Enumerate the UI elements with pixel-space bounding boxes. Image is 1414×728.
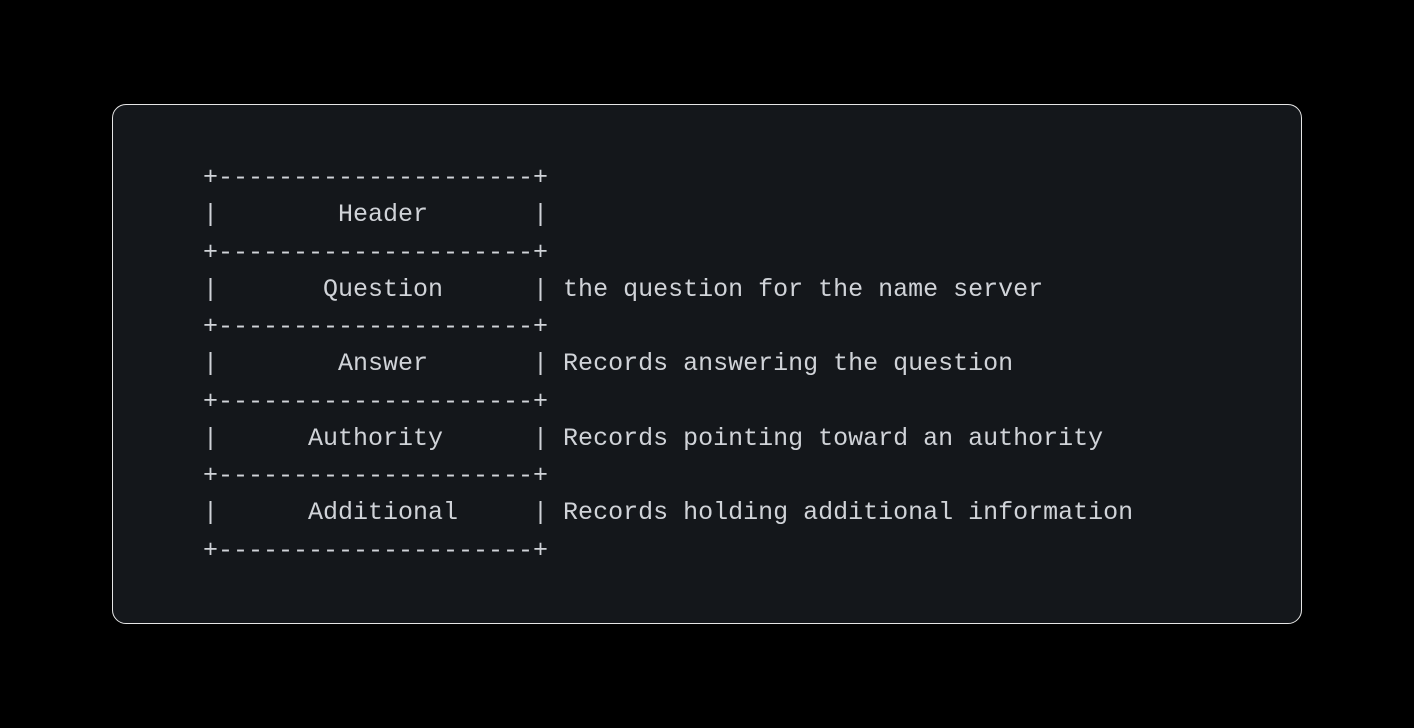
diagram-line: +---------------------+	[203, 163, 548, 192]
diagram-line: | Additional | Records holding additiona…	[203, 498, 1133, 527]
diagram-line: | Authority | Records pointing toward an…	[203, 424, 1103, 453]
diagram-line: +---------------------+	[203, 536, 548, 565]
diagram-line: +---------------------+	[203, 461, 548, 490]
diagram-line: | Answer | Records answering the questio…	[203, 349, 1013, 378]
ascii-diagram-block: +---------------------+ | Header | +----…	[112, 104, 1302, 624]
diagram-line: | Question | the question for the name s…	[203, 275, 1043, 304]
diagram-line: +---------------------+	[203, 238, 548, 267]
diagram-line: +---------------------+	[203, 387, 548, 416]
diagram-line: | Header |	[203, 200, 548, 229]
diagram-line: +---------------------+	[203, 312, 548, 341]
